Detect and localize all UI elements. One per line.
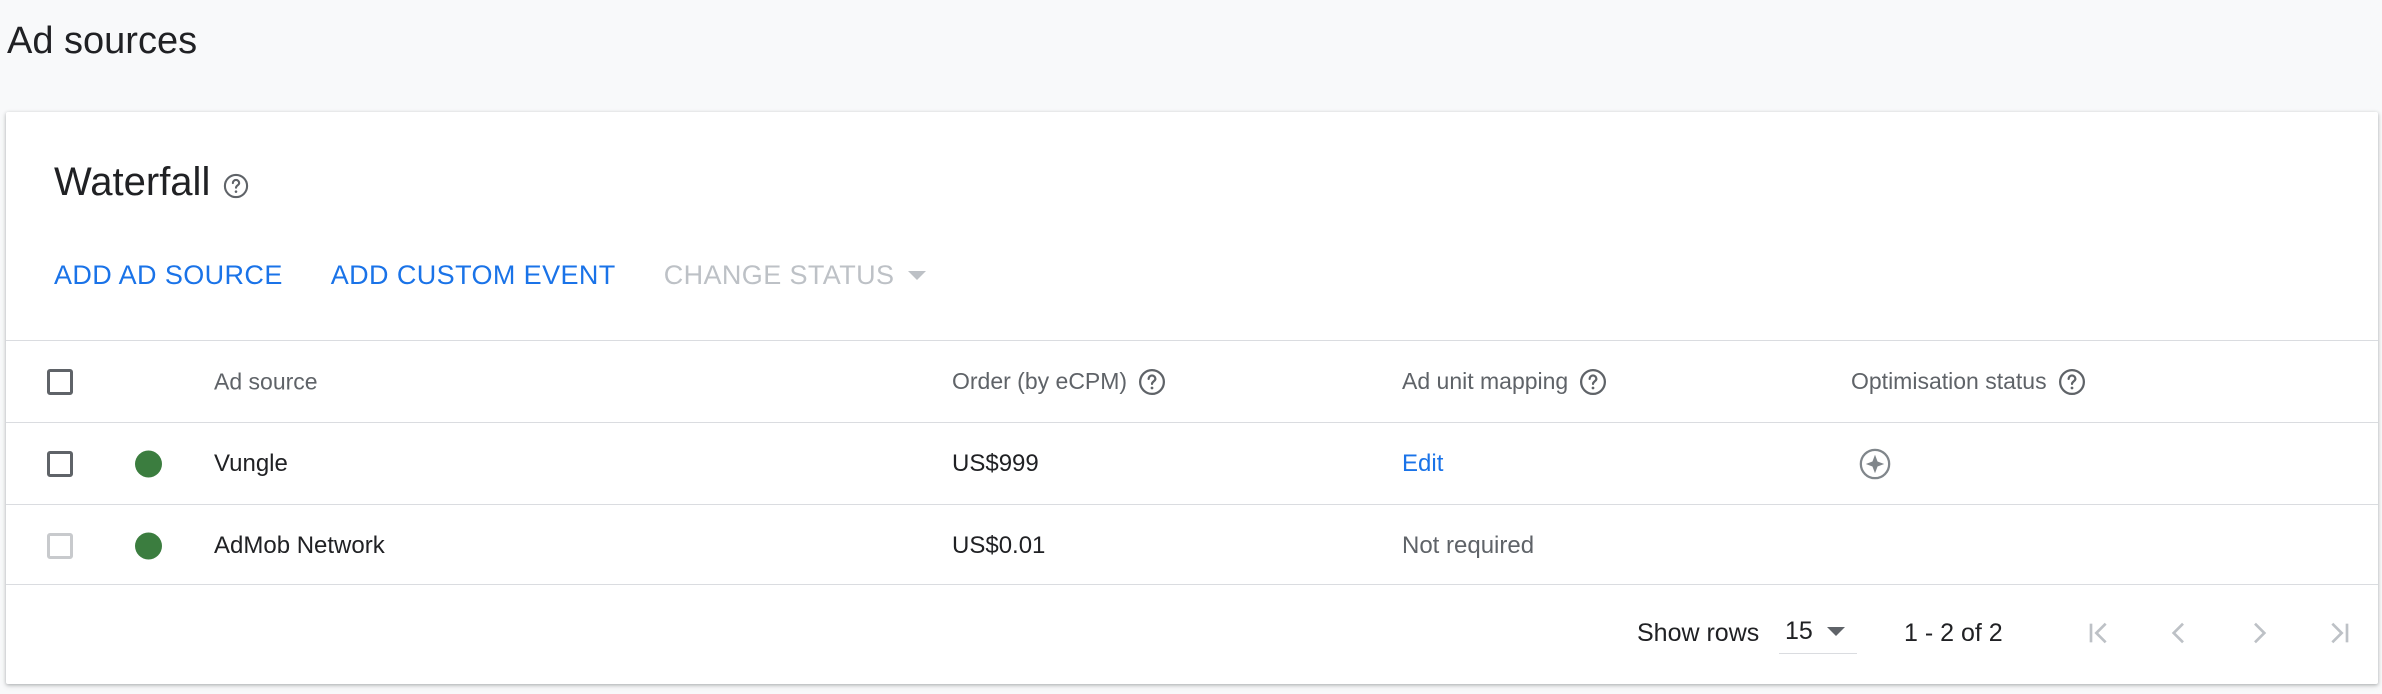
ad-sources-table: Ad source Order (by eCPM) Ad unit mappin… (6, 340, 2378, 586)
table-row[interactable]: Vungle US$999 Edit (6, 422, 2378, 504)
add-custom-event-button[interactable]: ADD CUSTOM EVENT (331, 260, 616, 291)
header-mapping: Ad unit mapping (1402, 367, 1608, 397)
pagination-range: 1 - 2 of 2 (1904, 619, 2003, 647)
select-all-checkbox[interactable] (47, 368, 73, 395)
help-icon[interactable] (1578, 367, 1608, 397)
card-header: Waterfall (54, 160, 250, 205)
header-order[interactable]: Order (by eCPM) (952, 367, 1167, 397)
rows-per-page-select[interactable]: 15 (1779, 609, 1857, 654)
header-mapping-label: Ad unit mapping (1402, 368, 1569, 394)
waterfall-card: Waterfall ADD AD SOURCE ADD CUSTOM EVENT… (6, 112, 2378, 684)
chevron-down-icon (1826, 626, 1845, 636)
ad-source-name: AdMob Network (214, 531, 385, 559)
add-ad-source-button[interactable]: ADD AD SOURCE (54, 260, 283, 291)
change-status-button[interactable]: CHANGE STATUS (664, 260, 895, 291)
header-order-label: Order (by eCPM) (952, 368, 1128, 394)
edit-mapping-link[interactable]: Edit (1402, 450, 1443, 478)
header-ad-source[interactable]: Ad source (214, 368, 318, 395)
mapping-status: Not required (1402, 531, 1535, 559)
help-icon[interactable] (1137, 367, 1167, 397)
order-value: US$0.01 (952, 531, 1046, 559)
chevron-down-icon (908, 271, 927, 280)
header-optimisation: Optimisation status (1851, 367, 2087, 397)
header-optimisation-label: Optimisation status (1851, 368, 2047, 394)
table-header-row: Ad source Order (by eCPM) Ad unit mappin… (6, 340, 2378, 422)
card-title: Waterfall (54, 160, 211, 204)
last-page-icon[interactable] (2319, 613, 2359, 653)
optimise-icon[interactable] (1858, 447, 1892, 481)
order-value: US$999 (952, 449, 1039, 477)
next-page-icon[interactable] (2239, 613, 2279, 653)
table-footer: Show rows 15 1 - 2 of 2 (6, 584, 2378, 685)
status-indicator (135, 450, 162, 477)
show-rows-label: Show rows (1637, 619, 1760, 647)
help-icon[interactable] (222, 172, 250, 200)
status-indicator (135, 532, 162, 559)
ad-source-name: Vungle (214, 449, 288, 477)
rows-per-page-value: 15 (1785, 616, 1813, 645)
table-row[interactable]: AdMob Network US$0.01 Not required (6, 504, 2378, 586)
help-icon[interactable] (2057, 367, 2087, 397)
row-checkbox[interactable] (47, 532, 73, 559)
page-title: Ad sources (7, 20, 198, 62)
prev-page-icon[interactable] (2159, 613, 2199, 653)
row-checkbox[interactable] (47, 450, 73, 477)
toolbar: ADD AD SOURCE ADD CUSTOM EVENT CHANGE ST… (54, 260, 927, 291)
first-page-icon[interactable] (2079, 613, 2119, 653)
